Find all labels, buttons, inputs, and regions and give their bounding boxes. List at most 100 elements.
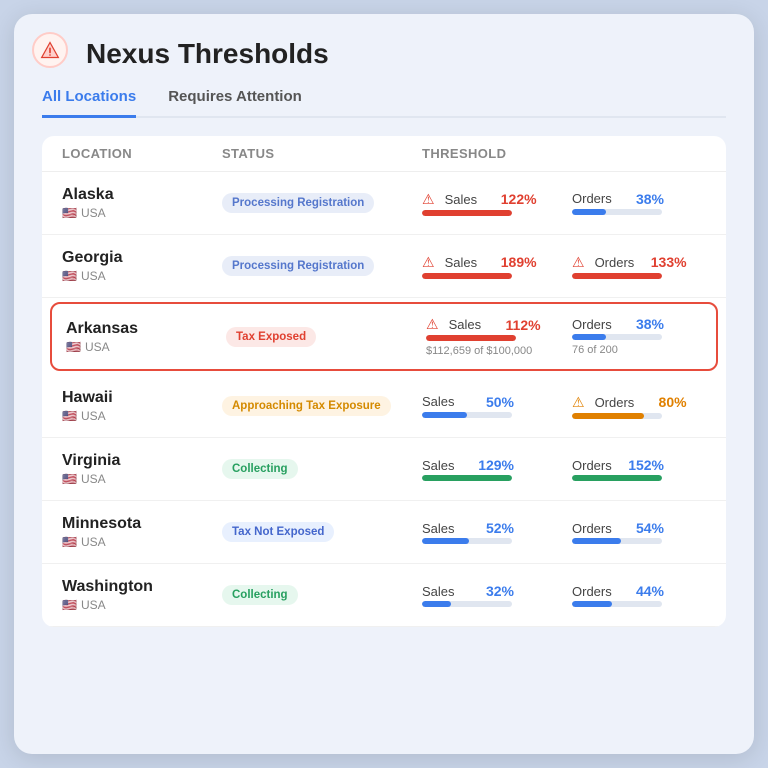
location-name: Georgia <box>62 249 222 267</box>
location-cell: Minnesota 🇺🇸 USA <box>62 515 222 549</box>
metric-pct: 122% <box>497 191 537 207</box>
page-title: Nexus Thresholds <box>86 38 726 70</box>
progress-bar <box>422 538 512 544</box>
metric-label: Orders <box>572 317 616 332</box>
progress-bar <box>422 210 512 216</box>
flag-icon: 🇺🇸 <box>62 269 77 283</box>
main-card: Nexus Thresholds All Locations Requires … <box>14 14 754 754</box>
metric-pct: 38% <box>624 191 664 207</box>
status-badge: Processing Registration <box>222 256 374 276</box>
metric-col-1: Orders 54% <box>572 520 706 544</box>
metric-pct: 38% <box>624 316 664 332</box>
location-country: 🇺🇸 USA <box>62 472 222 486</box>
threshold-row: Orders 54% <box>572 520 706 536</box>
threshold-cell: ⚠ Sales 189% ⚠ Orders 133% <box>422 254 706 279</box>
location-country: 🇺🇸 USA <box>62 206 222 220</box>
threshold-row: ⚠ Sales 112% <box>426 316 556 333</box>
threshold-row: Orders 152% <box>572 457 706 473</box>
metric-pct: 133% <box>647 254 687 270</box>
status-badge: Tax Not Exposed <box>222 522 334 542</box>
progress-bar <box>572 209 662 215</box>
table-row[interactable]: Washington 🇺🇸 USA Collecting Sales 32% O… <box>42 564 726 627</box>
threshold-row: ⚠ Sales 122% <box>422 191 556 208</box>
progress-bar <box>572 413 662 419</box>
threshold-cell: Sales 32% Orders 44% <box>422 583 706 607</box>
alert-icon <box>32 32 68 68</box>
warning-icon: ⚠ <box>422 191 435 208</box>
table-row[interactable]: Hawaii 🇺🇸 USA Approaching Tax Exposure S… <box>42 375 726 438</box>
status-cell: Collecting <box>222 585 422 605</box>
bar-fill <box>572 273 662 279</box>
progress-bar <box>422 475 512 481</box>
location-name: Washington <box>62 578 222 596</box>
metric-label: Orders <box>572 458 616 473</box>
metric-col-0: ⚠ Sales 122% <box>422 191 556 216</box>
flag-icon: 🇺🇸 <box>62 535 77 549</box>
metric-label: Orders <box>572 584 616 599</box>
metric-label: Orders <box>572 521 616 536</box>
col-status: Status <box>222 146 422 161</box>
tab-requires-attention[interactable]: Requires Attention <box>168 88 302 118</box>
progress-bar <box>422 273 512 279</box>
threshold-row: Sales 52% <box>422 520 556 536</box>
threshold-row: Orders 44% <box>572 583 706 599</box>
bar-fill <box>422 210 512 216</box>
bar-fill <box>572 601 612 607</box>
tab-all-locations[interactable]: All Locations <box>42 88 136 118</box>
threshold-cell: ⚠ Sales 122% Orders 38% <box>422 191 706 216</box>
progress-bar <box>422 412 512 418</box>
warning-icon: ⚠ <box>422 254 435 271</box>
table-header: Location Status Threshold <box>42 136 726 172</box>
metric-label: Sales <box>445 192 489 207</box>
table-row[interactable]: Alaska 🇺🇸 USA Processing Registration ⚠ … <box>42 172 726 235</box>
progress-bar <box>572 334 662 340</box>
metric-col-0: ⚠ Sales 189% <box>422 254 556 279</box>
metric-label: Orders <box>595 395 639 410</box>
threshold-row: ⚠ Orders 80% <box>572 394 706 411</box>
location-country: 🇺🇸 USA <box>66 340 226 354</box>
progress-bar <box>572 273 662 279</box>
status-cell: Tax Exposed <box>226 327 426 347</box>
flag-icon: 🇺🇸 <box>66 340 81 354</box>
flag-icon: 🇺🇸 <box>62 409 77 423</box>
location-country: 🇺🇸 USA <box>62 598 222 612</box>
metric-pct: 44% <box>624 583 664 599</box>
location-country: 🇺🇸 USA <box>62 269 222 283</box>
table-row[interactable]: Georgia 🇺🇸 USA Processing Registration ⚠… <box>42 235 726 298</box>
warning-icon: ⚠ <box>572 254 585 271</box>
metric-col-0: Sales 129% <box>422 457 556 481</box>
threshold-row: Orders 38% <box>572 191 706 207</box>
location-cell: Arkansas 🇺🇸 USA <box>66 320 226 354</box>
threshold-row: ⚠ Sales 189% <box>422 254 556 271</box>
progress-bar <box>426 335 516 341</box>
bar-fill <box>572 538 621 544</box>
metric-pct: 152% <box>624 457 664 473</box>
metric-pct: 80% <box>647 394 687 410</box>
threshold-row: Sales 32% <box>422 583 556 599</box>
progress-bar <box>422 601 512 607</box>
metric-col-0: Sales 52% <box>422 520 556 544</box>
metric-pct: 52% <box>474 520 514 536</box>
threshold-cell: Sales 52% Orders 54% <box>422 520 706 544</box>
table-row[interactable]: Arkansas 🇺🇸 USA Tax Exposed ⚠ Sales 112%… <box>50 302 718 371</box>
bar-fill <box>422 475 512 481</box>
col-location: Location <box>62 146 222 161</box>
metric-pct: 32% <box>474 583 514 599</box>
metric-label: Sales <box>422 394 466 409</box>
metric-col-0: Sales 32% <box>422 583 556 607</box>
bar-fill <box>572 413 644 419</box>
progress-bar <box>572 538 662 544</box>
table-row[interactable]: Virginia 🇺🇸 USA Collecting Sales 129% Or… <box>42 438 726 501</box>
flag-icon: 🇺🇸 <box>62 206 77 220</box>
bar-fill <box>422 601 451 607</box>
location-name: Alaska <box>62 186 222 204</box>
location-cell: Georgia 🇺🇸 USA <box>62 249 222 283</box>
warning-icon: ⚠ <box>426 316 439 333</box>
metric-label: Sales <box>422 458 466 473</box>
metric-label: Sales <box>422 584 466 599</box>
metric-pct: 50% <box>474 394 514 410</box>
metric-label: Orders <box>572 191 616 206</box>
status-cell: Tax Not Exposed <box>222 522 422 542</box>
table-row[interactable]: Minnesota 🇺🇸 USA Tax Not Exposed Sales 5… <box>42 501 726 564</box>
table: Location Status Threshold Alaska 🇺🇸 USA … <box>42 136 726 627</box>
